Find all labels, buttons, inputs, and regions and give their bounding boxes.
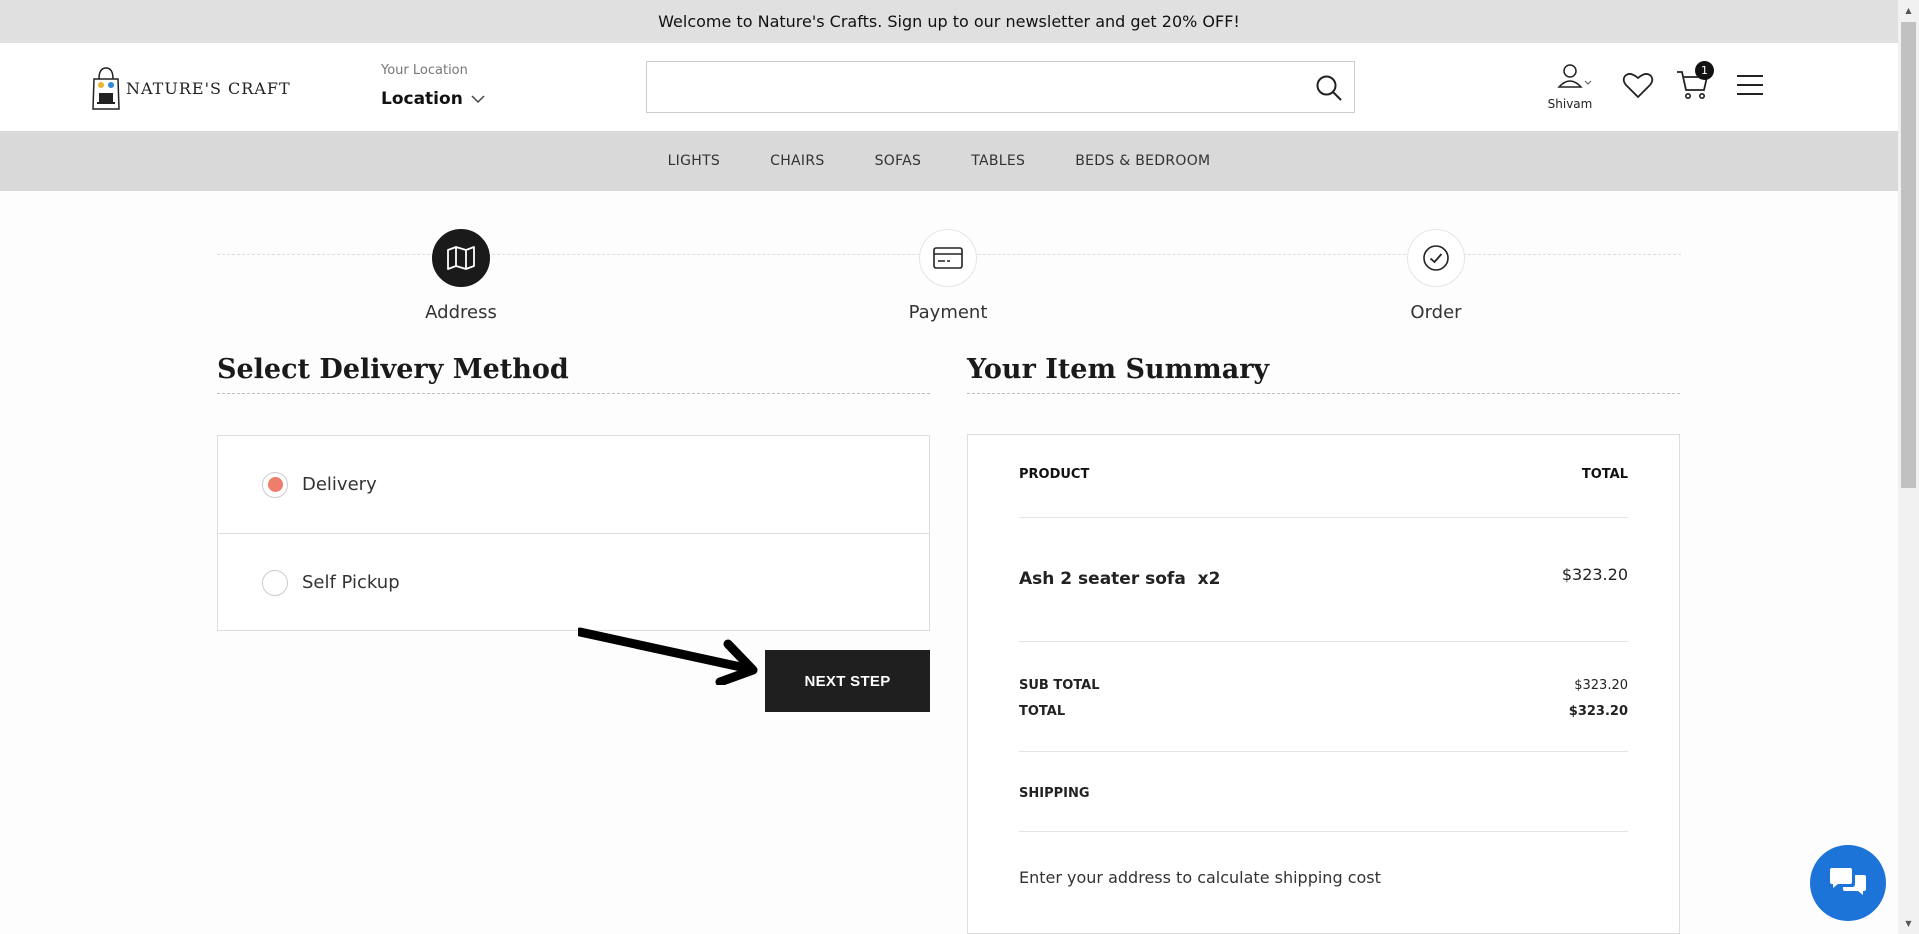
- step-payment[interactable]: Payment: [888, 229, 1008, 323]
- scrollbar-thumb[interactable]: [1901, 22, 1916, 488]
- option-delivery-label: Delivery: [302, 474, 377, 495]
- search-input[interactable]: [647, 62, 1297, 112]
- location-selector[interactable]: Location: [381, 89, 485, 109]
- user-name: Shivam: [1547, 97, 1593, 111]
- scroll-up-arrow-icon[interactable]: ▲: [1898, 2, 1919, 19]
- category-nav: LIGHTS CHAIRS SOFAS TABLES BEDS & BEDROO…: [0, 131, 1898, 191]
- summary-totals: SUB TOTAL $323.20 TOTAL $323.20: [1019, 642, 1628, 752]
- nav-item-tables[interactable]: TABLES: [971, 153, 1025, 169]
- chevron-down-icon: [471, 94, 485, 103]
- summary-item-row: Ash 2 seater sofa x2 $323.20: [1019, 518, 1628, 642]
- product-column-header: PRODUCT: [1019, 467, 1090, 482]
- delivery-options: Delivery Self Pickup: [217, 435, 930, 631]
- map-icon: [447, 246, 475, 270]
- chat-widget-button[interactable]: [1810, 845, 1886, 921]
- shipping-heading: SHIPPING: [1019, 752, 1628, 832]
- nav-item-sofas[interactable]: SOFAS: [875, 153, 922, 169]
- step-order[interactable]: Order: [1376, 229, 1496, 323]
- site-logo[interactable]: NATURE'S CRAFT: [90, 65, 291, 111]
- step-address-label: Address: [425, 302, 497, 323]
- summary-header-row: PRODUCT TOTAL: [1019, 467, 1628, 518]
- step-address-circle: [432, 229, 490, 287]
- annotation-arrow-icon: [578, 627, 758, 685]
- user-icon: [1557, 64, 1592, 88]
- logo-bag-icon: [92, 67, 120, 110]
- delivery-radio[interactable]: [262, 471, 288, 498]
- option-delivery[interactable]: Delivery: [218, 436, 929, 533]
- step-order-circle: [1407, 229, 1465, 287]
- nav-item-chairs[interactable]: CHAIRS: [770, 153, 824, 169]
- chat-bubbles-icon: [1830, 868, 1866, 895]
- radio-selected-dot: [267, 477, 283, 492]
- heart-icon: [1622, 73, 1654, 99]
- scroll-down-arrow-icon[interactable]: ▼: [1898, 915, 1919, 932]
- subtotal-row: SUB TOTAL $323.20: [1019, 678, 1628, 693]
- item-name: Ash 2 seater sofa x2: [1019, 569, 1221, 589]
- announcement-text: Welcome to Nature's Crafts. Sign up to o…: [658, 12, 1240, 31]
- item-summary-title: Your Item Summary: [967, 354, 1680, 394]
- delivery-method-title: Select Delivery Method: [217, 354, 930, 394]
- page-scrollbar[interactable]: ▲ ▼: [1898, 0, 1919, 934]
- logo-text: NATURE'S CRAFT: [126, 78, 291, 98]
- check-circle-icon: [1423, 245, 1449, 271]
- shipping-note: Enter your address to calculate shipping…: [1019, 868, 1381, 887]
- wishlist-button[interactable]: [1622, 71, 1654, 103]
- announcement-bar: Welcome to Nature's Crafts. Sign up to o…: [0, 0, 1898, 43]
- next-step-button[interactable]: NEXT STEP: [765, 650, 930, 712]
- step-payment-circle: [919, 229, 977, 287]
- nav-item-beds-bedroom[interactable]: BEDS & BEDROOM: [1075, 153, 1210, 169]
- self-pickup-radio[interactable]: [262, 569, 288, 596]
- user-account-menu[interactable]: Shivam: [1546, 63, 1594, 111]
- step-payment-label: Payment: [908, 302, 988, 323]
- option-self-pickup-label: Self Pickup: [302, 572, 400, 593]
- step-order-label: Order: [1410, 302, 1462, 323]
- cart-button[interactable]: 1: [1676, 61, 1714, 106]
- hamburger-menu-icon: [1737, 75, 1763, 95]
- search-box: [646, 61, 1355, 113]
- location-label: Your Location: [381, 63, 468, 78]
- total-column-header: TOTAL: [1581, 467, 1628, 482]
- main-menu-button[interactable]: [1736, 73, 1764, 101]
- nav-item-lights[interactable]: LIGHTS: [668, 153, 721, 169]
- search-icon: [1316, 75, 1342, 101]
- cart-count-badge: 1: [1695, 61, 1714, 80]
- total-label: TOTAL: [1019, 704, 1066, 719]
- item-summary-panel: PRODUCT TOTAL Ash 2 seater sofa x2 $323.…: [967, 434, 1680, 934]
- subtotal-label: SUB TOTAL: [1019, 678, 1100, 693]
- card-icon: [933, 247, 963, 269]
- search-button[interactable]: [1314, 73, 1344, 103]
- item-price: $323.20: [1561, 565, 1628, 584]
- location-value: Location: [381, 89, 463, 109]
- site-header: NATURE'S CRAFT Your Location Location Sh…: [0, 43, 1898, 131]
- subtotal-value: $323.20: [1574, 678, 1628, 693]
- step-address[interactable]: Address: [401, 229, 521, 323]
- total-value: $323.20: [1568, 704, 1628, 719]
- total-row: TOTAL $323.20: [1019, 704, 1628, 719]
- option-self-pickup[interactable]: Self Pickup: [218, 533, 929, 631]
